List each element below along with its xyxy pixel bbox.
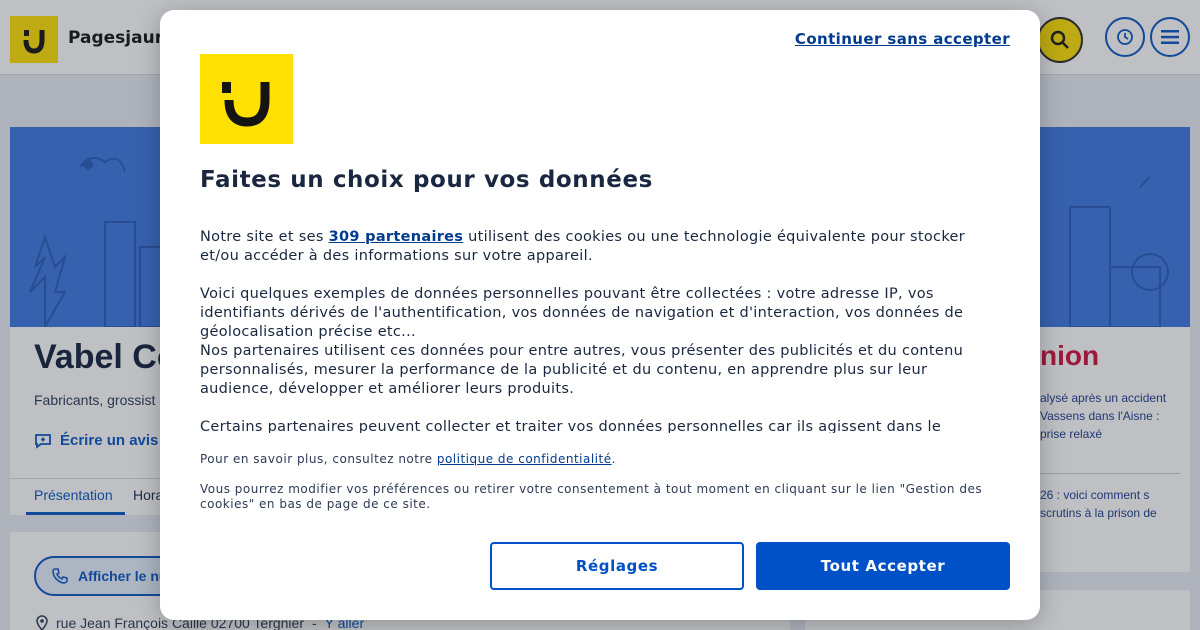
- consent-paragraph: Notre site et ses 309 partenaires utilis…: [200, 228, 1005, 266]
- consent-paragraph: Voici quelques exemples de données perso…: [200, 286, 964, 340]
- consent-paragraph: Nos partenaires utilisent ces données po…: [200, 343, 964, 397]
- privacy-policy-link[interactable]: politique de confidentialité: [437, 452, 612, 466]
- paragraph-text: Notre site et ses: [200, 229, 329, 245]
- partners-link[interactable]: 309 partenaires: [329, 229, 464, 245]
- continue-without-accepting-link[interactable]: Continuer sans accepter: [795, 30, 1010, 48]
- more-info-text: Pour en savoir plus, consultez notre pol…: [200, 452, 616, 466]
- pagesjaunes-logo: [200, 54, 293, 144]
- settings-button[interactable]: Réglages: [490, 542, 744, 590]
- consent-paragraph: Certains partenaires peuvent collecter e…: [200, 419, 942, 433]
- preferences-note: Vous pourrez modifier vos préférences ou…: [200, 482, 983, 511]
- consent-scroll-text[interactable]: Notre site et ses 309 partenaires utilis…: [200, 228, 1005, 433]
- accept-all-button[interactable]: Tout Accepter: [756, 542, 1010, 590]
- cookie-consent-dialog: Continuer sans accepter Faites un choix …: [160, 10, 1040, 620]
- more-info-period: .: [611, 452, 616, 466]
- dialog-title: Faites un choix pour vos données: [200, 167, 653, 193]
- more-info-label: Pour en savoir plus, consultez notre: [200, 452, 437, 466]
- smiley-logo-icon: [222, 82, 270, 127]
